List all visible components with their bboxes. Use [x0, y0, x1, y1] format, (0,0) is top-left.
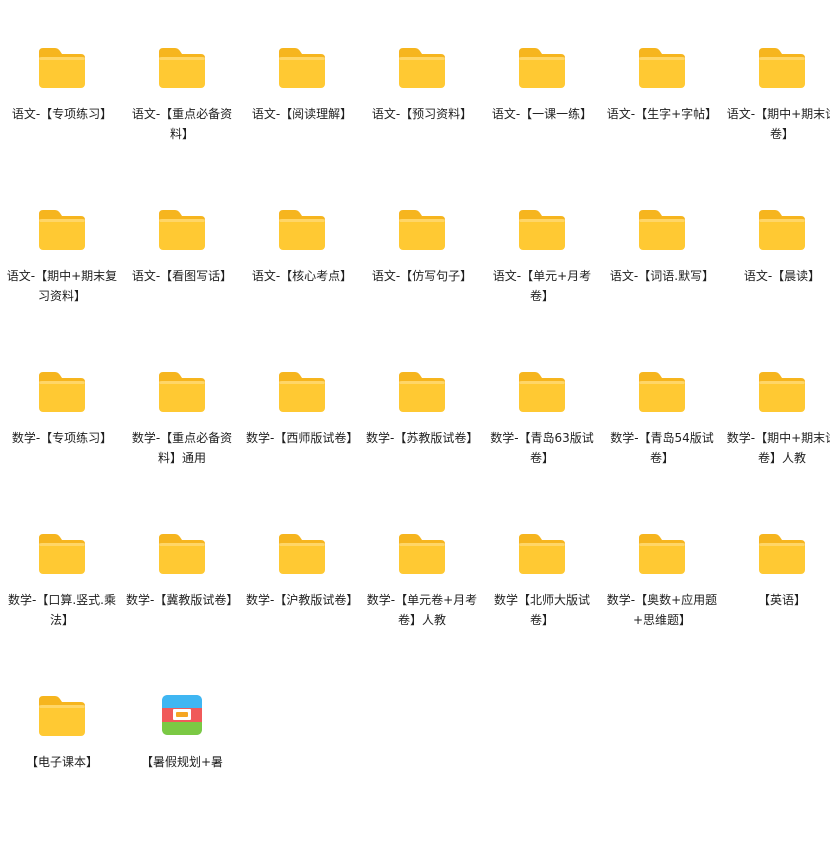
item-label: 数学-【期中+期末试卷】人教	[726, 431, 830, 465]
item-label: 数学-【重点必备资料】通用	[131, 431, 233, 465]
folder-item[interactable]: 数学-【冀教版试卷】	[126, 532, 238, 682]
folder-item[interactable]: 数学-【青岛54版试卷】	[606, 370, 718, 520]
folder-icon	[757, 532, 807, 576]
item-label: 【暑假规划+暑	[140, 755, 224, 769]
item-label: 语文-【专项练习】	[11, 107, 113, 121]
item-label: 数学-【单元卷+月考卷】人教	[366, 593, 478, 627]
folder-icon	[637, 208, 687, 252]
item-label: 语文-【晨读】	[743, 269, 821, 283]
item-label: 语文-【看图写话】	[131, 269, 233, 283]
folder-icon	[517, 46, 567, 90]
folder-item[interactable]: 数学-【重点必备资料】通用	[126, 370, 238, 520]
item-label: 语文-【核心考点】	[251, 269, 353, 283]
item-label: 数学-【口算.竖式.乘法】	[8, 593, 116, 627]
folder-item[interactable]: 数学-【单元卷+月考卷】人教	[366, 532, 478, 682]
folder-icon	[397, 208, 447, 252]
folder-icon	[157, 208, 207, 252]
folder-icon	[637, 370, 687, 414]
file-grid: 语文-【专项练习】 语文-【重点必备资料】 语文-【阅读理解】 语文-【预习资料…	[0, 0, 830, 769]
item-label: 语文-【生字+字帖】	[606, 107, 718, 121]
item-label: 数学【北师大版试卷】	[493, 593, 590, 627]
folder-icon	[517, 532, 567, 576]
folder-item[interactable]: 语文-【生字+字帖】	[606, 46, 718, 196]
folder-item[interactable]: 数学-【专项练习】	[6, 370, 118, 520]
folder-icon	[397, 532, 447, 576]
folder-item[interactable]: 【电子课本】	[6, 694, 118, 844]
item-label: 语文-【一课一练】	[491, 107, 593, 121]
item-label: 语文-【期中+期末试卷】	[726, 107, 830, 141]
folder-item[interactable]: 语文-【仿写句子】	[366, 208, 478, 358]
item-label: 【电子课本】	[25, 755, 98, 769]
item-label: 语文-【单元+月考卷】	[492, 269, 592, 303]
folder-item[interactable]: 语文-【一课一练】	[486, 46, 598, 196]
item-label: 数学-【沪教版试卷】	[246, 593, 359, 607]
folder-icon	[757, 208, 807, 252]
item-label: 【英语】	[757, 593, 806, 607]
archive-item[interactable]: 【暑假规划+暑	[126, 694, 238, 844]
folder-item[interactable]: 数学-【青岛63版试卷】	[486, 370, 598, 520]
folder-icon	[757, 46, 807, 90]
item-label: 数学-【专项练习】	[11, 431, 113, 445]
folder-item[interactable]: 数学-【奥数+应用题+思维题】	[606, 532, 718, 682]
folder-item[interactable]: 语文-【词语.默写】	[606, 208, 718, 358]
folder-item[interactable]: 语文-【晨读】	[726, 208, 830, 358]
folder-icon	[157, 532, 207, 576]
item-label: 数学-【苏教版试卷】	[366, 431, 479, 445]
folder-icon	[397, 46, 447, 90]
item-label: 数学-【西师版试卷】	[246, 431, 359, 445]
folder-icon	[277, 46, 327, 90]
folder-icon	[37, 46, 87, 90]
item-label: 语文-【词语.默写】	[609, 269, 715, 283]
folder-item[interactable]: 语文-【期中+期末复习资料】	[6, 208, 118, 358]
folder-item[interactable]: 【英语】	[726, 532, 830, 682]
item-label: 数学-【奥数+应用题+思维题】	[606, 593, 718, 627]
folder-item[interactable]: 数学-【西师版试卷】	[246, 370, 358, 520]
folder-icon	[37, 694, 87, 738]
archive-icon	[157, 694, 207, 738]
folder-item[interactable]: 语文-【核心考点】	[246, 208, 358, 358]
folder-item[interactable]: 数学-【期中+期末试卷】人教	[726, 370, 830, 520]
folder-icon	[637, 532, 687, 576]
item-label: 语文-【预习资料】	[371, 107, 473, 121]
folder-icon	[277, 532, 327, 576]
folder-item[interactable]: 语文-【预习资料】	[366, 46, 478, 196]
item-label: 语文-【期中+期末复习资料】	[6, 269, 118, 303]
folder-item[interactable]: 语文-【单元+月考卷】	[486, 208, 598, 358]
folder-item[interactable]: 数学-【沪教版试卷】	[246, 532, 358, 682]
folder-item[interactable]: 语文-【重点必备资料】	[126, 46, 238, 196]
folder-icon	[37, 532, 87, 576]
folder-item[interactable]: 语文-【看图写话】	[126, 208, 238, 358]
folder-item[interactable]: 数学【北师大版试卷】	[486, 532, 598, 682]
folder-icon	[757, 370, 807, 414]
folder-icon	[37, 370, 87, 414]
folder-icon	[37, 208, 87, 252]
item-label: 数学-【青岛63版试卷】	[490, 431, 594, 465]
folder-icon	[157, 370, 207, 414]
folder-icon	[637, 46, 687, 90]
folder-item[interactable]: 语文-【阅读理解】	[246, 46, 358, 196]
folder-item[interactable]: 数学-【口算.竖式.乘法】	[6, 532, 118, 682]
item-label: 数学-【青岛54版试卷】	[610, 431, 714, 465]
folder-item[interactable]: 语文-【专项练习】	[6, 46, 118, 196]
folder-icon	[517, 208, 567, 252]
folder-item[interactable]: 语文-【期中+期末试卷】	[726, 46, 830, 196]
item-label: 数学-【冀教版试卷】	[126, 593, 239, 607]
folder-icon	[277, 208, 327, 252]
folder-item[interactable]: 数学-【苏教版试卷】	[366, 370, 478, 520]
item-label: 语文-【阅读理解】	[251, 107, 353, 121]
folder-icon	[157, 46, 207, 90]
folder-icon	[277, 370, 327, 414]
folder-icon	[397, 370, 447, 414]
folder-icon	[517, 370, 567, 414]
item-label: 语文-【重点必备资料】	[131, 107, 233, 141]
item-label: 语文-【仿写句子】	[371, 269, 473, 283]
